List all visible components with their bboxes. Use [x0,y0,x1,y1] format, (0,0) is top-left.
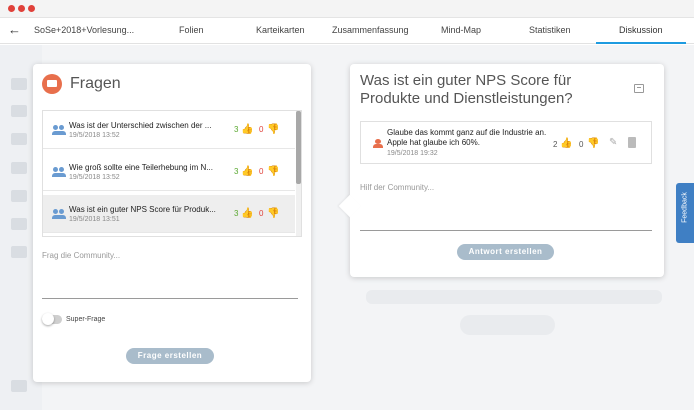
pencil-icon[interactable]: ✎ [609,137,617,148]
group-icon [52,209,66,219]
window-maximize-dot[interactable] [28,5,35,12]
downvote-count: 0 [259,167,264,176]
thumbs-down-icon[interactable]: 👎 [267,208,279,219]
thumbs-up-icon[interactable]: 👍 [241,208,253,219]
questions-panel-title: Fragen [70,75,121,92]
thumbs-up-icon[interactable]: 👍 [241,124,253,135]
question-date: 19/5/2018 13:51 [69,216,120,223]
question-date: 19/5/2018 13:52 [69,132,120,139]
ask-community-input[interactable]: Frag die Community... [42,251,120,260]
question-text: Wie groß sollte eine Teilerhebung im N..… [69,163,213,172]
answer-text: Glaube das kommt ganz auf die Industrie … [387,128,547,147]
question-text: Was ist ein guter NPS Score für Produk..… [69,205,216,214]
course-title[interactable]: SoSe+2018+Vorlesung... [34,25,134,35]
downvote-count: 0 [259,125,264,134]
tab-mind-map[interactable]: Mind-Map [441,25,481,35]
window-titlebar [0,0,694,18]
answer-upvote-count: 2 [553,140,558,149]
folder-icon[interactable] [11,105,27,117]
window-close-dot[interactable] [8,5,15,12]
back-arrow-icon[interactable]: ← [8,22,21,37]
thumbs-up-icon[interactable]: 👍 [241,166,253,177]
home-icon[interactable] [11,78,27,90]
thumbs-down-icon[interactable]: 👎 [267,166,279,177]
course-nav-bar: ← SoSe+2018+Vorlesung... Folien Karteika… [0,18,694,44]
help-input-underline [360,230,652,231]
thumbs-down-icon[interactable]: 👎 [587,138,599,149]
tab-zusammenfassung[interactable]: Zusammenfassung [332,25,409,35]
super-question-label: Super-Frage [66,316,106,323]
trophy-icon[interactable] [11,190,27,202]
question-date: 19/5/2018 13:52 [69,174,120,181]
answer-date: 19/5/2018 19:32 [387,150,438,157]
chart-icon[interactable] [11,162,27,174]
group-icon [52,167,66,177]
group-icon [52,125,66,135]
question-detail-title: Was ist ein guter NPS Score für Produkte… [360,72,573,107]
window-minimize-dot[interactable] [18,5,25,12]
create-answer-button[interactable]: Antwort erstellen [457,244,554,260]
trash-icon[interactable] [628,137,636,148]
help-icon[interactable] [11,246,27,258]
upvote-count: 3 [234,209,239,218]
tab-karteikarten[interactable]: Karteikarten [256,25,305,35]
super-question-toggle[interactable] [42,313,62,325]
feedback-label: Feedback [681,192,689,223]
question-item[interactable]: Was ist der Unterschied zwischen der ...… [43,111,295,149]
list-scrollbar-thumb[interactable] [296,111,301,184]
flask-icon[interactable] [11,218,27,230]
upvote-count: 3 [234,125,239,134]
active-tab-indicator [596,42,686,44]
tab-statistiken[interactable]: Statistiken [529,25,571,35]
tab-diskussion[interactable]: Diskussion [619,25,663,35]
help-community-input[interactable]: Hilf der Community... [360,183,434,192]
upvote-count: 3 [234,167,239,176]
downvote-count: 0 [259,209,264,218]
thumbs-up-icon[interactable]: 👍 [560,138,572,149]
question-item-selected[interactable]: Was ist ein guter NPS Score für Produk..… [43,195,295,233]
chat-bubble-icon [42,74,62,94]
answer-downvote-count: 0 [579,140,584,149]
question-text: Was ist der Unterschied zwischen der ... [69,121,212,130]
question-item[interactable]: Wie groß sollte eine Teilerhebung im N..… [43,153,295,191]
thumbs-down-icon[interactable]: 👎 [267,124,279,135]
background-shadow-bar [366,290,662,304]
logout-icon[interactable] [11,380,27,392]
person-icon [373,139,383,149]
user-icon[interactable] [11,133,27,145]
background-shadow-button [460,315,555,335]
ask-input-underline [42,298,298,299]
archive-icon[interactable] [634,84,644,93]
create-question-button[interactable]: Frage erstellen [126,348,214,364]
tab-folien[interactable]: Folien [179,25,204,35]
